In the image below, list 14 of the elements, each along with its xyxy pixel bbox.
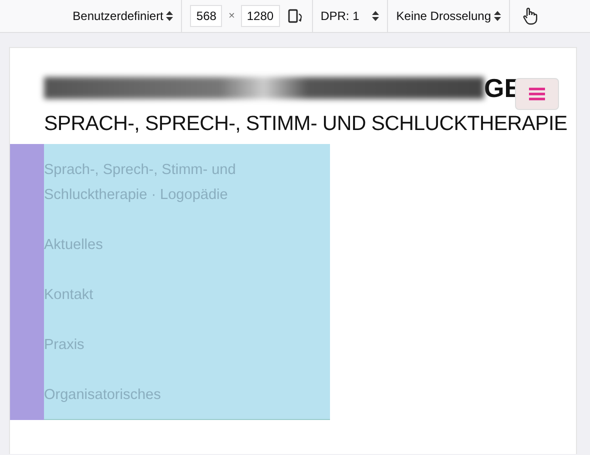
height-input[interactable]: 1280 [240, 5, 280, 27]
sort-icon [494, 11, 501, 21]
rotate-icon[interactable] [288, 8, 304, 24]
site-subtitle: SPRACH-, SPRECH-, STIMM- UND SCHLUCKTHERAPIE [43, 111, 568, 137]
touch-hand-icon[interactable] [522, 7, 538, 25]
menu-button[interactable] [515, 78, 559, 110]
device-select[interactable]: Benutzerdefiniert [64, 0, 182, 32]
sort-icon [372, 11, 380, 21]
times-sign: × [228, 10, 235, 22]
menu-icon [529, 87, 545, 101]
width-input[interactable]: 568 [190, 5, 222, 27]
throttling-select[interactable]: Keine Drosselung [388, 0, 510, 32]
sort-icon [166, 11, 174, 21]
dpr-select[interactable]: DPR: 1 [312, 0, 388, 32]
